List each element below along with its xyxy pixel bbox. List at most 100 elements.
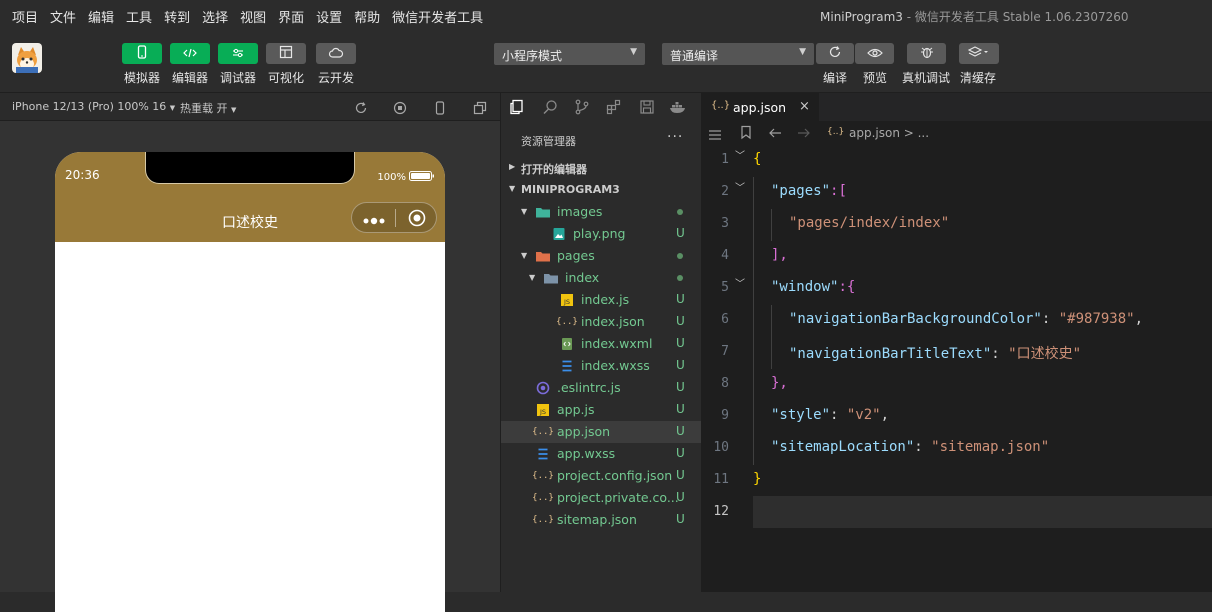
window-title-product: 微信开发者工具 Stable 1.06.2307260 <box>914 10 1129 24</box>
mode-select[interactable]: 小程序模式 ▼ <box>494 43 645 65</box>
tree-item[interactable]: app.wxss U <box>501 443 701 465</box>
tree-item[interactable]: ▼ index <box>501 267 701 289</box>
json-file-icon: {..} <box>556 317 578 327</box>
tree-item[interactable]: JS app.js U <box>501 399 701 421</box>
line-number: 2 <box>721 184 729 199</box>
detach-window-icon[interactable] <box>473 100 487 119</box>
fold-chevron-icon[interactable]: ﹀ <box>735 179 745 194</box>
code-line-5: "window":{ <box>771 279 856 295</box>
tree-item[interactable]: {..} project.private.co... U <box>501 487 701 509</box>
line-number: 3 <box>721 216 729 231</box>
tree-item-label: index <box>565 270 600 285</box>
menu-item-tools[interactable]: 工具 <box>126 7 152 26</box>
simulator-toggle-button[interactable] <box>122 43 162 64</box>
visualize-toggle-button[interactable] <box>266 43 306 64</box>
modified-dot <box>677 275 683 281</box>
list-icon[interactable] <box>708 126 722 145</box>
menu-item-project[interactable]: 项目 <box>12 7 38 26</box>
extensions-icon[interactable] <box>606 99 622 119</box>
clear-cache-label: 清缓存 <box>960 71 997 85</box>
remote-debug-button[interactable] <box>907 43 946 64</box>
device-select-value: iPhone 12/13 (Pro) 100% 16 <box>12 100 167 113</box>
save-icon[interactable] <box>639 99 655 119</box>
project-section[interactable]: ▼ MINIPROGRAM3 <box>501 179 701 201</box>
tree-item[interactable]: {..} app.json U <box>501 421 701 443</box>
explorer-panel: 资源管理器 ··· ▶ 打开的编辑器 ▼ MINIPROGRAM3 ▼ image… <box>500 121 701 592</box>
line-number: 5 <box>721 280 729 295</box>
back-arrow-icon[interactable] <box>768 125 783 144</box>
tree-item[interactable]: {..} project.config.json U <box>501 465 701 487</box>
capsule-divider <box>395 209 396 227</box>
preview-button[interactable] <box>855 43 894 64</box>
tree-item-label: pages <box>557 248 595 263</box>
compile-button[interactable] <box>816 43 854 64</box>
menu-item-goto[interactable]: 转到 <box>164 7 190 26</box>
tree-item-label: images <box>557 204 603 219</box>
compile-label: 编译 <box>823 71 848 85</box>
docker-icon[interactable] <box>669 99 687 119</box>
hot-reload-toggle[interactable]: 热重载 开 ▼ <box>180 100 236 116</box>
tree-item[interactable]: ▼ images <box>501 201 701 223</box>
editor-toggle-button[interactable] <box>170 43 210 64</box>
stop-icon[interactable] <box>393 100 407 119</box>
menu-item-interface[interactable]: 界面 <box>278 7 304 26</box>
forward-arrow-icon[interactable] <box>796 125 811 144</box>
tree-item[interactable]: JS index.js U <box>501 289 701 311</box>
compile-mode-select[interactable]: 普通编译 ▼ <box>662 43 814 65</box>
breadcrumb-path[interactable]: app.json > ... <box>849 126 929 140</box>
wxss-file-icon <box>559 358 575 374</box>
device-select[interactable]: iPhone 12/13 (Pro) 100% 16 ▼ <box>12 100 175 113</box>
bookmark-icon[interactable] <box>740 125 752 144</box>
menu-item-settings[interactable]: 设置 <box>316 7 342 26</box>
git-status-badge: U <box>676 468 685 482</box>
tree-item[interactable]: index.wxml U <box>501 333 701 355</box>
git-status-badge: U <box>676 424 685 438</box>
menu-capsule[interactable] <box>351 202 437 233</box>
caret-down-icon: ▼ <box>630 47 637 57</box>
chevron-down-icon[interactable]: ▼ <box>521 251 527 260</box>
tree-item[interactable]: index.wxss U <box>501 355 701 377</box>
chevron-down-icon[interactable]: ▼ <box>529 273 535 282</box>
menu-item-help[interactable]: 帮助 <box>354 7 380 26</box>
user-avatar[interactable] <box>12 43 42 73</box>
tree-item[interactable]: {..} sitemap.json U <box>501 509 701 531</box>
tab-app-json[interactable]: {..} app.json × <box>701 93 819 121</box>
source-control-icon[interactable] <box>574 99 590 119</box>
debugger-toggle-button[interactable] <box>218 43 258 64</box>
search-icon[interactable] <box>542 99 558 119</box>
fold-chevron-icon[interactable]: ﹀ <box>735 275 745 290</box>
menu-item-select[interactable]: 选择 <box>202 7 228 26</box>
line-number: 6 <box>721 312 729 327</box>
tree-item[interactable]: {..} index.json U <box>501 311 701 333</box>
indent-guide <box>771 305 772 369</box>
chevron-down-icon[interactable]: ▼ <box>521 207 527 216</box>
cloud-dev-button[interactable] <box>316 43 356 64</box>
menu-item-file[interactable]: 文件 <box>50 7 76 26</box>
close-icon[interactable]: × <box>799 99 810 114</box>
phone-icon[interactable] <box>434 100 446 119</box>
code-editor[interactable]: 1 2 3 4 5 6 7 8 9 10 11 12 ﹀ ﹀ ﹀ { "pages":[ "pages… <box>701 145 1212 592</box>
git-status-badge: U <box>676 358 685 372</box>
status-battery: 100% <box>377 170 435 185</box>
menu-item-edit[interactable]: 编辑 <box>88 7 114 26</box>
git-status-badge: U <box>676 292 685 306</box>
clear-cache-button[interactable] <box>959 43 999 64</box>
close-miniprogram-icon[interactable] <box>408 209 426 231</box>
fold-chevron-icon[interactable]: ﹀ <box>735 147 745 162</box>
preview-label: 预览 <box>863 71 888 85</box>
wxml-file-icon <box>559 336 575 352</box>
menu-item-view[interactable]: 视图 <box>240 7 266 26</box>
tree-item[interactable]: ▼ pages <box>501 245 701 267</box>
open-editors-section[interactable]: ▶ 打开的编辑器 <box>501 157 701 179</box>
menu-item-devtools[interactable]: 微信开发者工具 <box>392 7 483 26</box>
tree-item-label: app.wxss <box>557 446 616 461</box>
rotate-icon[interactable] <box>354 100 368 119</box>
more-dots-icon[interactable] <box>362 212 388 231</box>
files-icon[interactable] <box>509 99 525 119</box>
debugger-label: 调试器 <box>220 71 257 85</box>
tree-item[interactable]: play.png U <box>501 223 701 245</box>
tree-item[interactable]: .eslintrc.js U <box>501 377 701 399</box>
tree-item-label: index.js <box>581 292 630 307</box>
more-actions-icon[interactable]: ··· <box>667 129 683 145</box>
window-title-app: MiniProgram3 <box>820 10 903 24</box>
